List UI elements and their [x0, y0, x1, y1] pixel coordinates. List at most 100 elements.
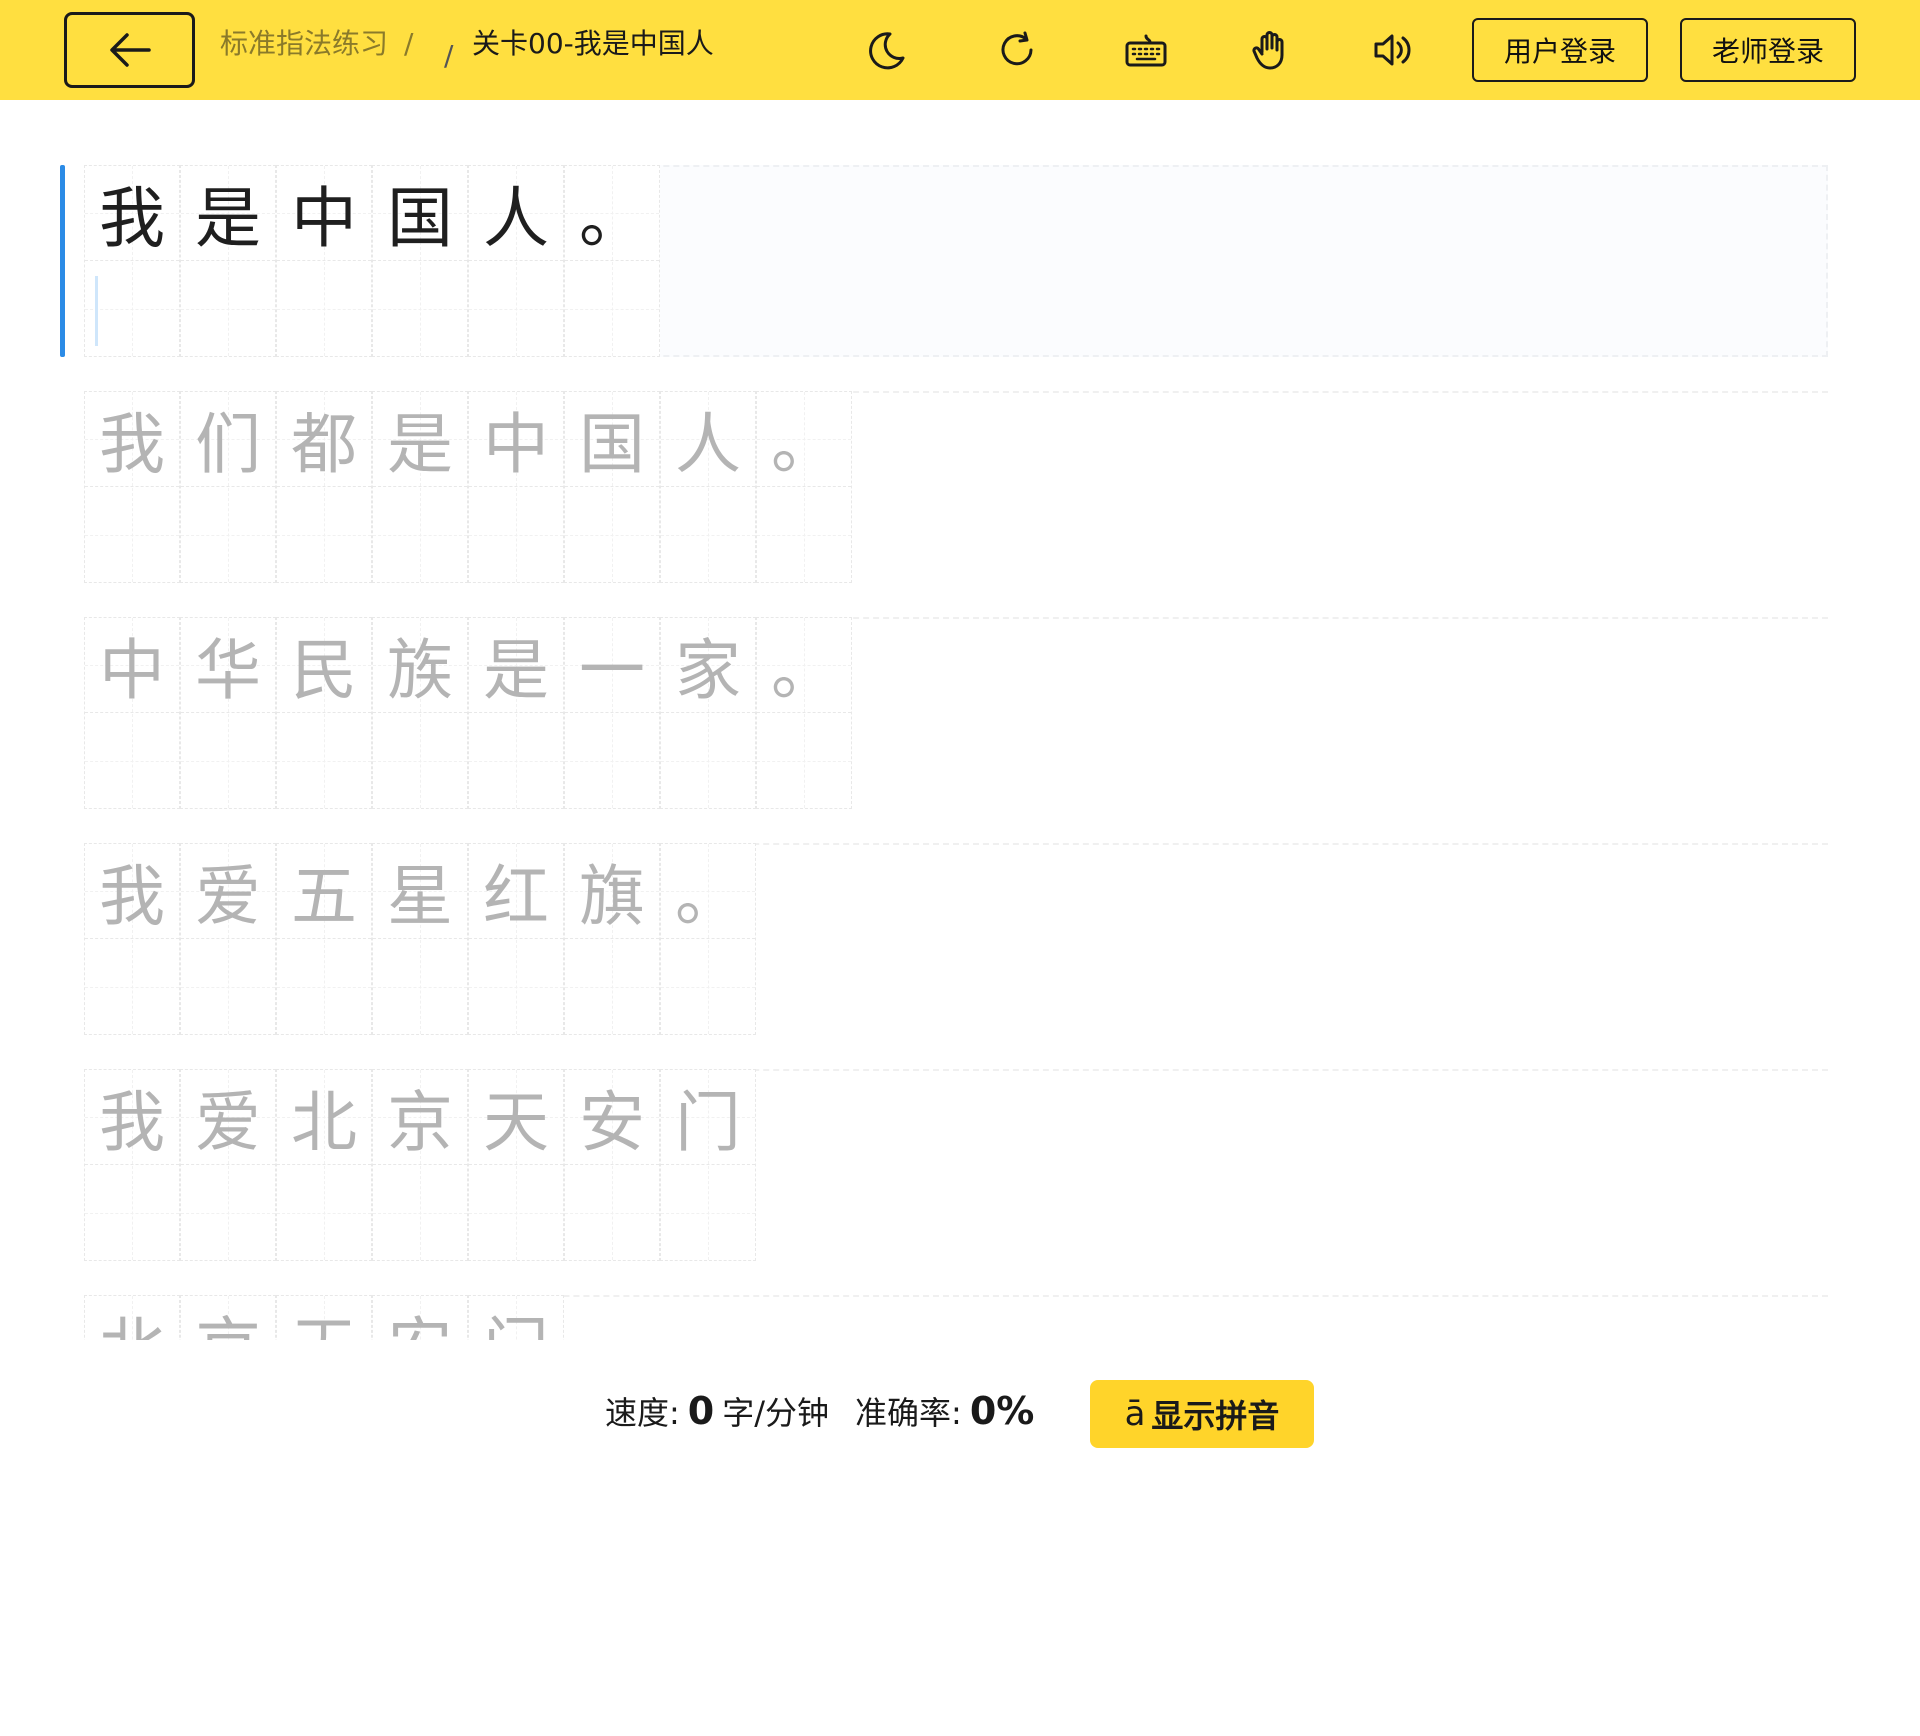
accuracy-value: 0%	[969, 1389, 1035, 1433]
target-character: 天	[277, 1296, 371, 1340]
character-cell: 我	[84, 1069, 180, 1261]
character-cell: 。	[756, 391, 852, 583]
restart-button[interactable]	[990, 22, 1046, 78]
target-character: 中	[277, 166, 371, 261]
typed-character-slot	[757, 488, 851, 582]
practice-line: 我爱五星红旗。	[84, 843, 1828, 1035]
character-cell: 人	[468, 165, 564, 357]
character-cell: 爱	[180, 843, 276, 1035]
character-text: 民	[291, 632, 357, 709]
hand-guide-button[interactable]	[1242, 22, 1298, 78]
character-text: 。	[771, 406, 837, 483]
typed-character-slot	[469, 488, 563, 582]
moon-icon	[869, 32, 905, 70]
typed-character-slot	[277, 488, 371, 582]
target-character: 人	[661, 392, 755, 487]
practice-line[interactable]: 我是中国人。	[84, 165, 1828, 357]
target-character: 族	[373, 618, 467, 713]
target-character: 们	[181, 392, 275, 487]
character-text: 安	[387, 1295, 453, 1340]
character-cell: 国	[564, 391, 660, 583]
typed-character-slot	[181, 714, 275, 808]
character-cell: 爱	[180, 1069, 276, 1261]
text-caret	[95, 276, 98, 346]
sound-toggle-button[interactable]	[1366, 22, 1422, 78]
typed-character-slot[interactable]	[565, 262, 659, 356]
character-text: 人	[675, 406, 741, 483]
character-cell: 北	[276, 1069, 372, 1261]
breadcrumb-separator: /	[404, 27, 414, 60]
target-character: 我	[85, 844, 179, 939]
target-character: 安	[565, 1070, 659, 1165]
typed-character-slot	[469, 1166, 563, 1260]
character-cell: 是	[372, 391, 468, 583]
typed-character-slot	[757, 714, 851, 808]
character-text: 都	[291, 406, 357, 483]
character-cell: 们	[180, 391, 276, 583]
typed-character-slot	[661, 488, 755, 582]
speed-unit: 字/分钟	[722, 1394, 830, 1432]
typed-character-slot	[373, 714, 467, 808]
typed-character-slot	[85, 714, 179, 808]
target-character: 人	[469, 166, 563, 261]
typed-character-slot	[85, 940, 179, 1034]
typed-character-slot[interactable]	[373, 262, 467, 356]
character-text: 红	[483, 858, 549, 935]
typed-character-slot	[565, 940, 659, 1034]
character-cell: 门	[468, 1295, 564, 1340]
typed-character-slot[interactable]	[469, 262, 563, 356]
character-text: 中	[483, 406, 549, 483]
character-cell: 京	[372, 1069, 468, 1261]
target-character: 爱	[181, 844, 275, 939]
breadcrumb-separator: /	[444, 39, 454, 72]
typed-character-slot	[661, 1166, 755, 1260]
typed-character-slot	[181, 1166, 275, 1260]
character-text: 我	[99, 1084, 165, 1161]
character-text: 爱	[195, 858, 261, 935]
practice-line: 中华民族是一家。	[84, 617, 1828, 809]
character-cell: 中	[468, 391, 564, 583]
target-character: 。	[661, 844, 755, 939]
character-text: 门	[675, 1084, 741, 1161]
accuracy-label: 准确率:	[855, 1394, 962, 1432]
typed-character-slot	[85, 1166, 179, 1260]
character-text: 我	[99, 180, 165, 257]
character-text: 北	[99, 1295, 165, 1340]
character-text: 人	[483, 180, 549, 257]
character-cell: 华	[180, 617, 276, 809]
keyboard-toggle-button[interactable]	[1118, 22, 1174, 78]
character-cell: 星	[372, 843, 468, 1035]
target-character: 。	[565, 166, 659, 261]
breadcrumb-parent[interactable]: 标准指法练习	[220, 24, 388, 64]
practice-line: 我们都是中国人。	[84, 391, 1828, 583]
back-button[interactable]	[64, 12, 195, 88]
typed-character-slot[interactable]	[181, 262, 275, 356]
dark-mode-button[interactable]	[858, 22, 914, 78]
character-cell: 一	[564, 617, 660, 809]
typed-character-slot[interactable]	[85, 262, 179, 356]
target-character: 天	[469, 1070, 563, 1165]
character-text: 爱	[195, 1084, 261, 1161]
teacher-login-button[interactable]: 老师登录	[1680, 18, 1856, 82]
character-text: 中	[99, 632, 165, 709]
typed-character-slot	[469, 714, 563, 808]
character-text: 京	[195, 1295, 261, 1340]
character-cell: 。	[564, 165, 660, 357]
speed-value: 0	[687, 1389, 715, 1433]
character-cell: 。	[660, 843, 756, 1035]
typed-character-slot	[277, 1166, 371, 1260]
typed-character-slot[interactable]	[277, 262, 371, 356]
top-bar: 标准指法练习 / / 关卡00-我是中国人 用户登录 老师登录	[0, 0, 1920, 100]
show-pinyin-button[interactable]: ā 显示拼音	[1090, 1380, 1314, 1448]
character-text: 是	[195, 180, 261, 257]
target-character: 家	[661, 618, 755, 713]
target-character: 京	[181, 1296, 275, 1340]
character-cell: 家	[660, 617, 756, 809]
target-character: 星	[373, 844, 467, 939]
speed-label: 速度:	[605, 1394, 680, 1432]
typed-character-slot	[181, 940, 275, 1034]
user-login-button[interactable]: 用户登录	[1472, 18, 1648, 82]
target-character: 华	[181, 618, 275, 713]
target-character: 门	[661, 1070, 755, 1165]
typed-character-slot	[373, 1166, 467, 1260]
